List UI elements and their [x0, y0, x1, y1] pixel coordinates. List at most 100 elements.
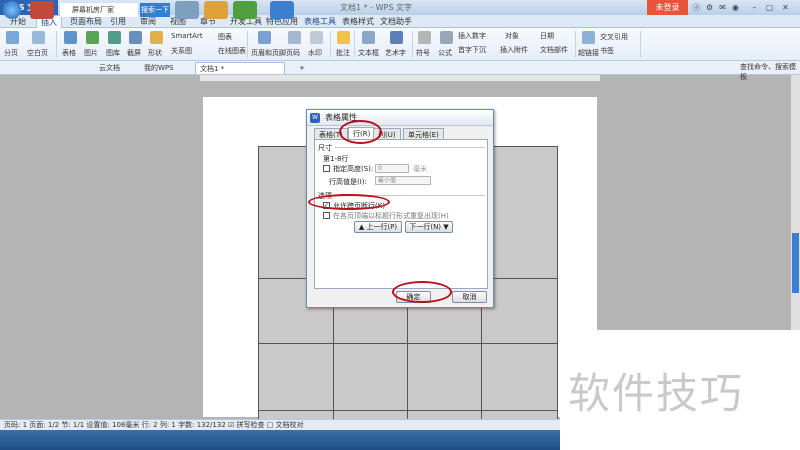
dialog-title: 表格属性	[307, 110, 493, 126]
watermark-icon[interactable]	[310, 31, 323, 44]
screenshot-icon[interactable]	[129, 31, 142, 44]
scrollbar-thumb[interactable]	[792, 233, 799, 293]
ribbon-divider	[412, 31, 413, 58]
dialog-body: 尺寸 第1-8行 指定高度(S): 0 毫米 行高值是(I): 最小值 选项 ✓…	[314, 139, 488, 289]
ribbon-divider	[247, 31, 248, 58]
comment-icon[interactable]	[337, 31, 350, 44]
textbox-icon[interactable]	[362, 31, 375, 44]
tab-table-style[interactable]: 表格样式	[338, 15, 378, 28]
group-divider	[335, 147, 485, 148]
taskbar-search-input[interactable]: 屏幕机房厂家	[60, 3, 138, 17]
status-bar: 页码: 1 页面: 1/2 节: 1/1 设置值: 108毫米 行: 2 列: …	[0, 419, 560, 430]
next-row-button[interactable]: 下一行(N) ▼	[405, 221, 453, 233]
chart-button[interactable]: 图表	[218, 32, 232, 42]
shapes-icon[interactable]	[150, 31, 163, 44]
settings-icon[interactable]: ⚙	[705, 3, 714, 12]
page-number-button[interactable]: 页码	[286, 48, 300, 58]
taskbar	[0, 430, 560, 450]
app-icon[interactable]	[175, 1, 199, 19]
page-break-button[interactable]: 分页	[4, 48, 18, 58]
repeat-header-checkbox[interactable]	[323, 212, 330, 219]
object-button[interactable]: 对象	[505, 31, 519, 41]
app-icon[interactable]	[30, 1, 54, 19]
tab-document1[interactable]: 文档1 *	[195, 62, 285, 74]
repeat-header-label: 在各页顶端以标题行形式重复出现(H)	[333, 212, 449, 220]
height-input[interactable]: 0	[375, 164, 409, 173]
shapes-button[interactable]: 形状	[148, 48, 162, 58]
blank-page-button[interactable]: 空白页	[27, 48, 48, 58]
wps-icon[interactable]	[270, 1, 294, 19]
table-row-border	[259, 343, 557, 344]
symbol-button[interactable]: 符号	[416, 48, 430, 58]
login-button[interactable]: 未登录	[647, 0, 688, 15]
gallery-icon[interactable]	[108, 31, 121, 44]
formula-icon[interactable]	[440, 31, 453, 44]
insert-number-button[interactable]: 插入数字	[458, 31, 486, 41]
tab-doc-assistant[interactable]: 文档助手	[376, 15, 416, 28]
window-title: 文档1 * - WPS 文字	[340, 3, 412, 12]
row-height-mode-label: 行高值是(I):	[329, 178, 367, 186]
previous-row-button[interactable]: ▲ 上一行(P)	[354, 221, 402, 233]
unit-label: 毫米	[413, 165, 427, 173]
row-height-mode-select[interactable]: 最小值	[375, 176, 431, 185]
doc-parts-button[interactable]: 文档部件	[540, 45, 568, 55]
specify-height-label: 指定高度(S):	[333, 165, 374, 173]
blank-page-icon[interactable]	[32, 31, 45, 44]
relation-chart-button[interactable]: 关系图	[171, 46, 192, 56]
mail-icon[interactable]: ✉	[718, 3, 727, 12]
table-button[interactable]: 表格	[62, 48, 76, 58]
ribbon-divider	[56, 31, 57, 58]
picture-icon[interactable]	[86, 31, 99, 44]
comment-button[interactable]: 批注	[336, 48, 350, 58]
formula-button[interactable]: 公式	[438, 48, 452, 58]
maximize-icon[interactable]: ▢	[765, 3, 774, 12]
header-footer-button[interactable]: 页眉和页脚	[251, 48, 286, 58]
start-button[interactable]	[3, 1, 21, 19]
header-footer-icon[interactable]	[258, 31, 271, 44]
ribbon-divider	[575, 31, 576, 58]
wordart-icon[interactable]	[390, 31, 403, 44]
bookmark-button[interactable]: 书签	[600, 46, 614, 56]
minimize-icon[interactable]: –	[750, 3, 759, 12]
watermark-button[interactable]: 水印	[308, 48, 322, 58]
horizontal-ruler[interactable]	[200, 75, 600, 81]
symbol-icon[interactable]	[418, 31, 431, 44]
page-number-icon[interactable]	[288, 31, 301, 44]
tab-cloud-docs[interactable]: 云文档	[95, 62, 124, 74]
close-icon[interactable]: ✕	[781, 3, 790, 12]
ribbon-divider	[354, 31, 355, 58]
drop-cap-button[interactable]: 首字下沉	[458, 45, 486, 55]
gallery-button[interactable]: 图库	[106, 48, 120, 58]
hyperlink-icon[interactable]	[582, 31, 595, 44]
table-icon[interactable]	[64, 31, 77, 44]
annotation-ring	[308, 194, 390, 210]
row-range-label: 第1-8行	[323, 155, 349, 163]
size-group-label: 尺寸	[318, 144, 332, 152]
page-break-icon[interactable]	[6, 31, 19, 44]
specify-height-checkbox[interactable]	[323, 165, 330, 172]
wordart-button[interactable]: 艺术字	[385, 48, 406, 58]
ribbon: 分页 空白页 表格 图片 图库 截屏 形状 SmartArt 关系图 图表 在线…	[0, 28, 800, 61]
cancel-button[interactable]: 取消	[452, 291, 487, 303]
browser-icon[interactable]	[233, 1, 257, 19]
hyperlink-button[interactable]: 超链接	[578, 48, 599, 58]
tab-my-wps[interactable]: 我的WPS	[140, 62, 178, 74]
cross-reference-button[interactable]: 交叉引用	[600, 32, 628, 42]
tab-table-tools[interactable]: 表格工具	[300, 15, 340, 28]
insert-attachment-button[interactable]: 插入附件	[500, 45, 528, 55]
online-chart-button[interactable]: 在线图表	[218, 46, 246, 56]
dialog-app-icon: W	[310, 113, 320, 123]
chrome-icon[interactable]	[204, 1, 228, 19]
smartart-button[interactable]: SmartArt	[171, 32, 203, 40]
ribbon-divider	[330, 31, 331, 58]
help-icon[interactable]: ◉	[731, 3, 740, 12]
taskbar-search-button[interactable]: 搜索一下	[140, 3, 170, 17]
picture-button[interactable]: 图片	[84, 48, 98, 58]
ribbon-divider	[640, 31, 641, 58]
screenshot-button[interactable]: 截屏	[127, 48, 141, 58]
skin-icon[interactable]: ⓐ	[692, 3, 701, 12]
date-button[interactable]: 日期	[540, 31, 554, 41]
document-tab-bar: 云文档 我的WPS 文档1 * + 查找命令、搜索模板	[0, 61, 800, 81]
textbox-button[interactable]: 文本框	[358, 48, 379, 58]
new-tab-button[interactable]: +	[295, 62, 309, 74]
